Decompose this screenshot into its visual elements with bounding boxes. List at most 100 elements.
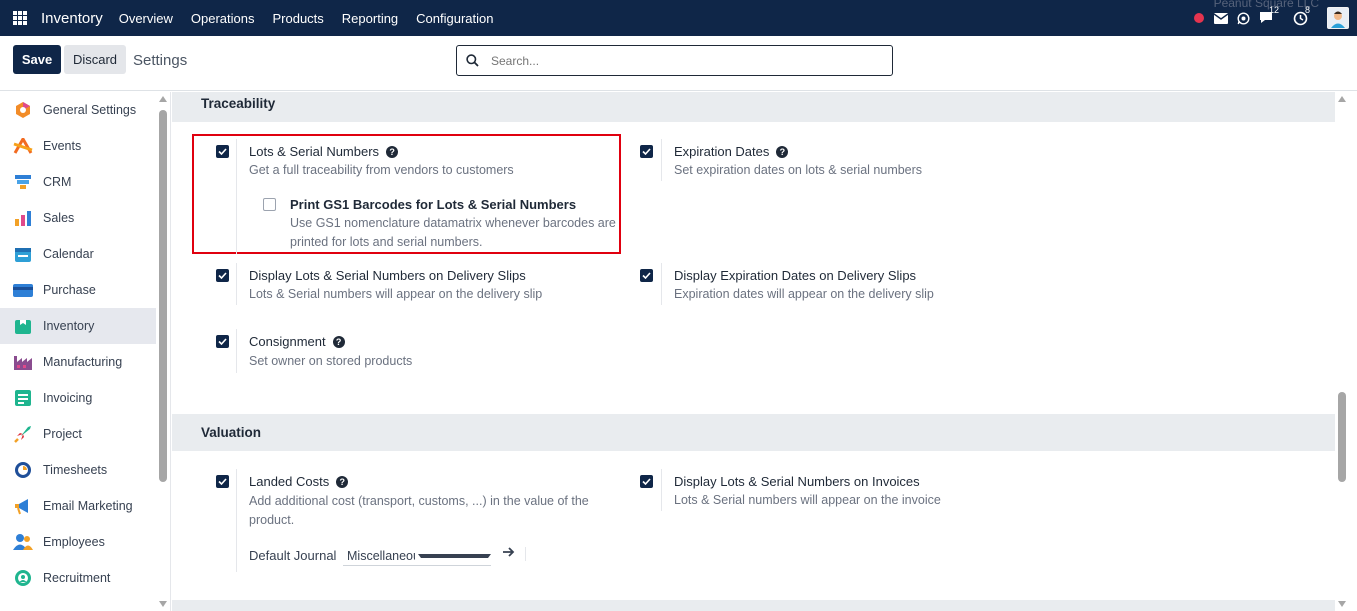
help-icon[interactable]: ? bbox=[386, 145, 399, 158]
sidebar-item-crm[interactable]: CRM bbox=[0, 164, 156, 200]
sidebar-item-purchase[interactable]: Purchase bbox=[0, 272, 156, 308]
settings-content: Traceability Lots & Serial Numbers ? Get… bbox=[172, 92, 1357, 611]
email-marketing-icon bbox=[13, 496, 33, 516]
consignment-label: Consignment bbox=[249, 334, 326, 349]
sidebar-item-invoicing[interactable]: Invoicing bbox=[0, 380, 156, 416]
journal-internal-link-icon[interactable] bbox=[502, 545, 515, 561]
chat-icon[interactable]: 12 bbox=[1259, 5, 1279, 25]
general-settings-icon bbox=[13, 100, 33, 120]
sidebar-item-label: Project bbox=[43, 427, 82, 441]
sidebar-item-email-marketing[interactable]: Email Marketing bbox=[0, 488, 156, 524]
sidebar-item-manufacturing[interactable]: Manufacturing bbox=[0, 344, 156, 380]
user-avatar[interactable] bbox=[1327, 7, 1349, 29]
content-scrollbar[interactable] bbox=[1338, 392, 1346, 482]
lots-delivery-title: Display Lots & Serial Numbers on Deliver… bbox=[249, 268, 526, 283]
help-icon[interactable]: ? bbox=[336, 475, 349, 488]
project-icon bbox=[13, 424, 33, 444]
gs1-barcodes-checkbox[interactable] bbox=[263, 198, 276, 211]
content-scroll-down-icon[interactable] bbox=[1338, 601, 1346, 607]
content-scroll-up-icon[interactable] bbox=[1338, 96, 1346, 102]
next-section-heading bbox=[172, 600, 1335, 611]
sales-icon bbox=[13, 208, 33, 228]
discard-button[interactable]: Discard bbox=[64, 45, 126, 74]
sidebar-item-label: Events bbox=[43, 139, 82, 153]
expiration-delivery-desc: Expiration dates will appear on the deli… bbox=[674, 287, 934, 301]
recording-indicator-icon[interactable] bbox=[1194, 13, 1204, 23]
lots-invoices-desc: Lots & Serial numbers will appear on the… bbox=[674, 493, 941, 507]
sidebar-item-label: Employees bbox=[43, 535, 105, 549]
gs1-barcodes-title: Print GS1 Barcodes for Lots & Serial Num… bbox=[290, 197, 577, 212]
purchase-icon bbox=[13, 280, 33, 300]
sidebar-scroll-down-icon[interactable] bbox=[159, 601, 167, 607]
app-brand[interactable]: Inventory bbox=[41, 10, 103, 27]
calendar-icon bbox=[13, 244, 33, 264]
timesheets-icon bbox=[13, 460, 33, 480]
section-valuation-heading: Valuation bbox=[172, 414, 1335, 451]
sidebar-item-label: Manufacturing bbox=[43, 355, 123, 369]
expiration-delivery-checkbox[interactable] bbox=[640, 269, 653, 282]
top-navbar: Inventory Overview Operations Products R… bbox=[0, 0, 1357, 36]
sidebar-item-recruitment[interactable]: Recruitment bbox=[0, 560, 156, 596]
lots-delivery-desc: Lots & Serial numbers will appear on the… bbox=[249, 287, 543, 301]
consignment-checkbox[interactable] bbox=[216, 335, 229, 348]
landed-costs-label: Landed Costs bbox=[249, 474, 330, 489]
sidebar-item-calendar[interactable]: Calendar bbox=[0, 236, 156, 272]
expiration-dates-checkbox[interactable] bbox=[640, 145, 653, 158]
menu-products[interactable]: Products bbox=[272, 11, 323, 26]
search-box[interactable] bbox=[456, 45, 893, 76]
page-title: Settings bbox=[133, 52, 188, 69]
search-icon bbox=[466, 54, 479, 67]
employees-icon bbox=[13, 532, 33, 552]
sidebar-item-label: Timesheets bbox=[43, 463, 108, 477]
default-journal-value: Miscellaneous Operations bbox=[347, 548, 415, 563]
events-icon bbox=[13, 136, 33, 156]
lots-serial-label: Lots & Serial Numbers bbox=[249, 144, 380, 159]
sidebar-scrollbar[interactable] bbox=[159, 110, 167, 482]
lots-invoices-checkbox[interactable] bbox=[640, 475, 653, 488]
sidebar-item-label: Sales bbox=[43, 211, 75, 225]
landed-costs-title: Landed Costs ? bbox=[249, 474, 349, 489]
sidebar-item-label: CRM bbox=[43, 175, 72, 189]
menu-overview[interactable]: Overview bbox=[119, 11, 173, 26]
help-icon[interactable]: ? bbox=[332, 335, 345, 348]
whatsapp-icon[interactable] bbox=[1237, 11, 1250, 25]
landed-costs-desc: Add additional cost (transport, customs,… bbox=[249, 494, 589, 527]
default-journal-select[interactable]: Miscellaneous Operations bbox=[343, 546, 491, 566]
recruitment-icon bbox=[13, 568, 33, 588]
activity-count-badge: 8 bbox=[1305, 4, 1311, 15]
menu-reporting[interactable]: Reporting bbox=[342, 11, 398, 26]
lots-serial-checkbox[interactable] bbox=[216, 145, 229, 158]
sidebar-item-label: Purchase bbox=[43, 283, 96, 297]
activity-clock-icon[interactable]: 8 bbox=[1293, 5, 1310, 26]
sidebar-item-label: Recruitment bbox=[43, 571, 111, 585]
search-input[interactable] bbox=[491, 53, 871, 68]
sidebar-item-label: Invoicing bbox=[43, 391, 93, 405]
consignment-desc: Set owner on stored products bbox=[249, 354, 413, 368]
sidebar-item-project[interactable]: Project bbox=[0, 416, 156, 452]
menu-operations[interactable]: Operations bbox=[191, 11, 255, 26]
crm-icon bbox=[13, 172, 33, 192]
invoicing-icon bbox=[13, 388, 33, 408]
expiration-dates-desc: Set expiration dates on lots & serial nu… bbox=[674, 163, 923, 177]
help-icon[interactable]: ? bbox=[776, 145, 789, 158]
sidebar-item-inventory[interactable]: Inventory bbox=[0, 308, 156, 344]
sidebar-scroll-up-icon[interactable] bbox=[159, 96, 167, 102]
sidebar-item-employees[interactable]: Employees bbox=[0, 524, 156, 560]
sidebar-item-sales[interactable]: Sales bbox=[0, 200, 156, 236]
gs1-barcodes-desc: Use GS1 nomenclature datamatrix whenever… bbox=[290, 216, 616, 249]
landed-costs-checkbox[interactable] bbox=[216, 475, 229, 488]
company-name[interactable]: Peanut Square LLC bbox=[1214, 0, 1319, 10]
sidebar-item-events[interactable]: Events bbox=[0, 128, 156, 164]
expiration-dates-title: Expiration Dates ? bbox=[674, 144, 789, 159]
section-traceability-heading: Traceability bbox=[172, 92, 1335, 122]
apps-menu-icon[interactable] bbox=[13, 11, 27, 25]
mail-icon[interactable] bbox=[1214, 12, 1228, 24]
consignment-title: Consignment ? bbox=[249, 334, 345, 349]
lots-delivery-checkbox[interactable] bbox=[216, 269, 229, 282]
sidebar-item-general-settings[interactable]: General Settings bbox=[0, 92, 156, 128]
menu-configuration[interactable]: Configuration bbox=[416, 11, 493, 26]
chat-count-badge: 12 bbox=[1269, 5, 1280, 15]
sidebar-item-label: Inventory bbox=[43, 319, 95, 333]
save-button[interactable]: Save bbox=[13, 45, 61, 74]
sidebar-item-timesheets[interactable]: Timesheets bbox=[0, 452, 156, 488]
